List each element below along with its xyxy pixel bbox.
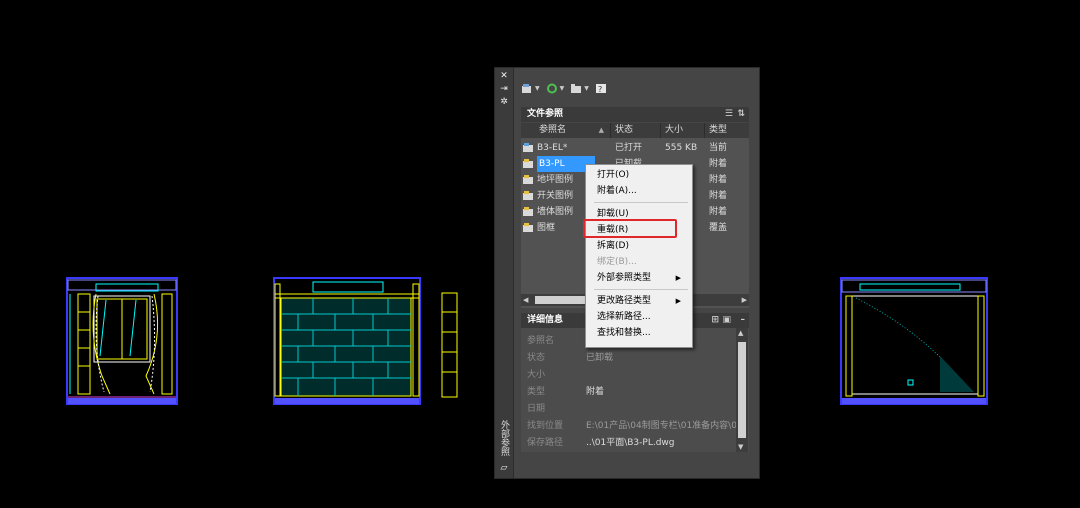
submenu-arrow-icon: ▶ xyxy=(675,297,681,305)
vertical-scrollbar[interactable]: ▲ ▼ xyxy=(736,328,748,452)
tree-view-icon[interactable]: ⇅ xyxy=(737,107,745,122)
column-header-size[interactable]: 大小 xyxy=(661,123,705,138)
menu-item-attach[interactable]: 附着(A)... xyxy=(597,183,687,199)
cell-type: 附着 xyxy=(709,207,728,217)
cell-name: 开关图例 xyxy=(537,191,574,201)
cell-type: 附着 xyxy=(709,175,728,185)
details-view-icon[interactable]: ⊞ xyxy=(711,313,719,328)
detail-label: 找到位置 xyxy=(527,421,564,431)
menu-item-select-new-path[interactable]: 选择新路径... xyxy=(597,309,687,325)
scroll-left-icon[interactable]: ◀ xyxy=(523,294,528,306)
menu-item-detach[interactable]: 拆离(D) xyxy=(597,238,687,254)
help-button[interactable]: ? xyxy=(595,83,607,94)
detail-value: 已卸载 xyxy=(586,353,614,363)
submenu-arrow-icon: ▶ xyxy=(675,274,681,282)
menu-item-find-replace[interactable]: 查找和替换... xyxy=(597,325,687,341)
detail-label: 类型 xyxy=(527,387,546,397)
column-header-type[interactable]: 类型 xyxy=(705,123,749,138)
cell-size: 555 KB xyxy=(665,143,698,153)
scroll-thumb[interactable] xyxy=(738,342,746,438)
change-path-icon xyxy=(571,83,582,93)
xref-palette-icon: ▱ xyxy=(500,463,508,473)
dropdown-caret-icon: ▼ xyxy=(535,84,540,92)
menu-item-label: 拆离(D) xyxy=(597,241,629,251)
detail-value: 附着 xyxy=(586,387,605,397)
elevation-drawing-tile-wall xyxy=(273,277,421,405)
palette-toolbar: ▼ ▼ ▼ ? xyxy=(521,80,607,96)
change-path-button[interactable]: ▼ xyxy=(570,83,589,94)
preview-icon[interactable]: ▣ xyxy=(722,313,731,328)
cell-type: 当前 xyxy=(709,143,728,153)
menu-item-label: 卸载(U) xyxy=(597,209,629,219)
detail-value: E:\01产品\04制图专栏\01准备内容\0 xyxy=(586,421,736,431)
elevation-drawing-right xyxy=(840,277,988,405)
detail-label: 参照名 xyxy=(527,336,555,346)
cell-name: 墙体图例 xyxy=(537,207,574,217)
menu-item-bind[interactable]: 绑定(B)... xyxy=(597,254,687,270)
details-title: 详细信息 xyxy=(527,315,564,325)
elevation-drawing-shelf xyxy=(441,292,458,398)
close-icon[interactable]: ✕ xyxy=(498,71,510,81)
attach-dwg-button[interactable]: ▼ xyxy=(521,83,540,94)
refresh-icon xyxy=(546,83,557,93)
cell-type: 附着 xyxy=(709,159,728,169)
dwg-reference-icon xyxy=(523,191,533,200)
sort-ascending-icon: ▲ xyxy=(598,126,604,134)
detail-label: 大小 xyxy=(527,370,546,380)
cell-name: B3-EL* xyxy=(537,143,568,153)
file-references-title: 文件参照 xyxy=(527,109,564,119)
menu-item-label: 查找和替换... xyxy=(597,328,651,338)
detail-label: 状态 xyxy=(527,353,546,363)
highlight-box-reload xyxy=(583,219,677,238)
palette-vertical-title: 外部参照 xyxy=(499,420,509,456)
dropdown-caret-icon: ▼ xyxy=(584,84,589,92)
collapse-icon[interactable]: – xyxy=(741,313,746,328)
palette-title-strip[interactable]: ✕ ⇥ ✲ 外部参照 ▱ xyxy=(495,68,514,478)
menu-item-label: 更改路径类型 xyxy=(597,296,652,306)
column-header-name[interactable]: 参照名 ▲ xyxy=(521,123,611,138)
dwg-reference-icon xyxy=(523,175,533,184)
cell-name: 图框 xyxy=(537,223,556,233)
attach-dwg-icon xyxy=(522,83,531,93)
dwg-reference-icon xyxy=(523,207,533,216)
cell-name: 地坪图例 xyxy=(537,175,574,185)
file-references-header[interactable]: 文件参照 ☰ ⇅ xyxy=(521,107,749,122)
menu-separator xyxy=(594,202,688,203)
column-headers: 参照名 ▲ 状态 大小 类型 xyxy=(521,123,749,138)
dwg-reference-icon xyxy=(523,143,533,152)
menu-item-label: 绑定(B)... xyxy=(597,257,637,267)
file-reference-row[interactable]: B3-EL* 已打开 555 KB 当前 xyxy=(521,140,749,156)
context-menu: 打开(O) 附着(A)... 卸载(U) 重载(R) 拆离(D) 绑定(B)... 外部参照… xyxy=(585,164,693,348)
elevation-drawing-window xyxy=(66,277,178,405)
detail-label: 保存路径 xyxy=(527,438,564,448)
refresh-button[interactable]: ▼ xyxy=(546,83,565,94)
autohide-icon[interactable]: ⇥ xyxy=(498,84,510,94)
list-view-icon[interactable]: ☰ xyxy=(725,107,733,122)
scroll-right-icon[interactable]: ▶ xyxy=(742,294,747,306)
detail-value: ..\01平面\B3-PL.dwg xyxy=(586,438,675,448)
menu-item-label: 附着(A)... xyxy=(597,186,637,196)
cell-type: 覆盖 xyxy=(709,223,728,233)
dwg-reference-icon xyxy=(523,223,533,232)
cell-status: 已打开 xyxy=(615,143,643,153)
scroll-up-icon[interactable]: ▲ xyxy=(738,329,743,337)
detail-label: 日期 xyxy=(527,404,546,414)
menu-separator xyxy=(594,289,688,290)
scroll-down-icon[interactable]: ▼ xyxy=(738,443,743,451)
svg-text:?: ? xyxy=(598,85,602,94)
dropdown-caret-icon: ▼ xyxy=(559,84,565,92)
menu-item-label: 外部参照类型 xyxy=(597,273,652,283)
menu-item-change-path-type[interactable]: 更改路径类型 ▶ xyxy=(597,293,687,309)
column-header-status[interactable]: 状态 xyxy=(611,123,661,138)
menu-item-open[interactable]: 打开(O) xyxy=(597,167,687,183)
menu-item-label: 打开(O) xyxy=(597,170,630,180)
properties-icon[interactable]: ✲ xyxy=(498,97,510,107)
menu-item-label: 选择新路径... xyxy=(597,312,651,322)
cell-type: 附着 xyxy=(709,191,728,201)
menu-item-xref-type[interactable]: 外部参照类型 ▶ xyxy=(597,270,687,286)
dwg-reference-icon xyxy=(523,159,533,168)
help-icon: ? xyxy=(595,83,606,94)
